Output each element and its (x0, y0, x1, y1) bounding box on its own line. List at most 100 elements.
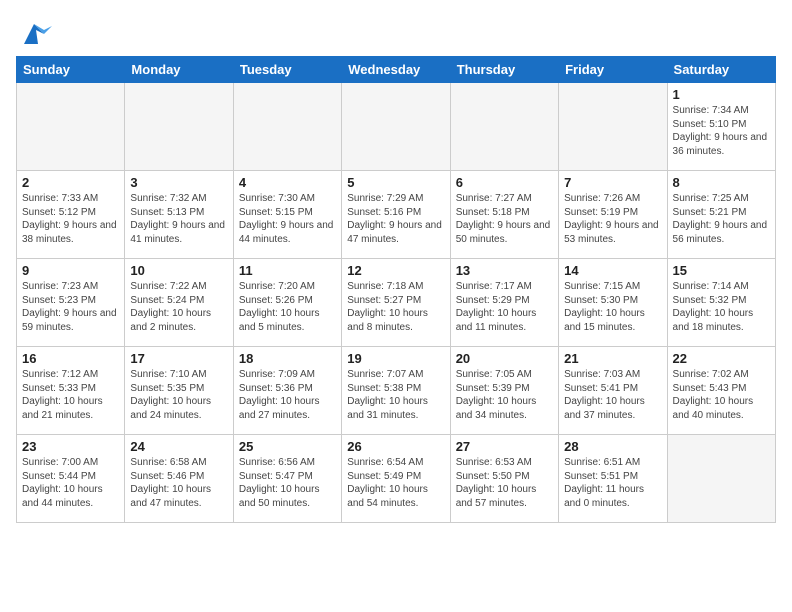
calendar-day-header: Sunday (17, 57, 125, 83)
calendar-week-row: 1Sunrise: 7:34 AM Sunset: 5:10 PM Daylig… (17, 83, 776, 171)
calendar-week-row: 16 Sunrise: 7:12 AM Sunset: 5:33 PM Dayli… (17, 347, 776, 435)
day-info: Sunrise: 7:02 AM Sunset: 5:43 PM Dayligh… (673, 368, 770, 422)
day-number: 20 (456, 351, 553, 366)
day-info: Sunrise: 7:07 AM Sunset: 5:38 PM Dayligh… (347, 368, 444, 422)
calendar-cell: 19 Sunrise: 7:07 AM Sunset: 5:38 PM Dayli… (342, 347, 450, 435)
calendar-cell: 14 Sunrise: 7:15 AM Sunset: 5:30 PM Dayli… (559, 259, 667, 347)
day-info: Sunrise: 7:12 AM Sunset: 5:33 PM Dayligh… (22, 368, 119, 422)
calendar-cell: 20 Sunrise: 7:05 AM Sunset: 5:39 PM Dayli… (450, 347, 558, 435)
day-number: 26 (347, 439, 444, 454)
day-info: Sunrise: 6:53 AM Sunset: 5:50 PM Dayligh… (456, 456, 553, 510)
day-info: Sunrise: 7:33 AM Sunset: 5:12 PM Dayligh… (22, 192, 119, 246)
day-number: 28 (564, 439, 661, 454)
logo (16, 16, 56, 48)
day-number: 13 (456, 263, 553, 278)
calendar-day-header: Saturday (667, 57, 775, 83)
calendar-cell: 1Sunrise: 7:34 AM Sunset: 5:10 PM Daylig… (667, 83, 775, 171)
day-number: 24 (130, 439, 227, 454)
calendar-cell: 28Sunrise: 6:51 AM Sunset: 5:51 PM Dayli… (559, 435, 667, 523)
day-number: 14 (564, 263, 661, 278)
calendar-cell: 7 Sunrise: 7:26 AM Sunset: 5:19 PM Daylig… (559, 171, 667, 259)
day-number: 2 (22, 175, 119, 190)
day-info: Sunrise: 7:26 AM Sunset: 5:19 PM Dayligh… (564, 192, 661, 246)
day-info: Sunrise: 7:03 AM Sunset: 5:41 PM Dayligh… (564, 368, 661, 422)
calendar-cell: 26 Sunrise: 6:54 AM Sunset: 5:49 PM Dayli… (342, 435, 450, 523)
day-info: Sunrise: 7:14 AM Sunset: 5:32 PM Dayligh… (673, 280, 770, 334)
day-info: Sunrise: 7:22 AM Sunset: 5:24 PM Dayligh… (130, 280, 227, 334)
calendar-cell: 16 Sunrise: 7:12 AM Sunset: 5:33 PM Dayli… (17, 347, 125, 435)
calendar-table: SundayMondayTuesdayWednesdayThursdayFrid… (16, 56, 776, 523)
calendar-cell (667, 435, 775, 523)
day-info: Sunrise: 7:25 AM Sunset: 5:21 PM Dayligh… (673, 192, 770, 246)
day-number: 9 (22, 263, 119, 278)
calendar-cell: 21 Sunrise: 7:03 AM Sunset: 5:41 PM Dayli… (559, 347, 667, 435)
calendar-day-header: Wednesday (342, 57, 450, 83)
calendar-cell: 25 Sunrise: 6:56 AM Sunset: 5:47 PM Dayli… (233, 435, 341, 523)
day-info: Sunrise: 7:34 AM Sunset: 5:10 PM Dayligh… (673, 104, 770, 158)
calendar-cell (17, 83, 125, 171)
calendar-cell (450, 83, 558, 171)
calendar-cell: 15 Sunrise: 7:14 AM Sunset: 5:32 PM Dayli… (667, 259, 775, 347)
day-info: Sunrise: 7:23 AM Sunset: 5:23 PM Dayligh… (22, 280, 119, 334)
calendar-cell: 4Sunrise: 7:30 AM Sunset: 5:15 PM Daylig… (233, 171, 341, 259)
calendar-cell: 13Sunrise: 7:17 AM Sunset: 5:29 PM Dayli… (450, 259, 558, 347)
day-info: Sunrise: 7:27 AM Sunset: 5:18 PM Dayligh… (456, 192, 553, 246)
day-info: Sunrise: 7:00 AM Sunset: 5:44 PM Dayligh… (22, 456, 119, 510)
calendar-cell: 6 Sunrise: 7:27 AM Sunset: 5:18 PM Daylig… (450, 171, 558, 259)
calendar-cell: 24 Sunrise: 6:58 AM Sunset: 5:46 PM Dayli… (125, 435, 233, 523)
day-number: 10 (130, 263, 227, 278)
day-number: 19 (347, 351, 444, 366)
day-info: Sunrise: 6:56 AM Sunset: 5:47 PM Dayligh… (239, 456, 336, 510)
calendar-day-header: Tuesday (233, 57, 341, 83)
day-number: 21 (564, 351, 661, 366)
calendar-cell: 2 Sunrise: 7:33 AM Sunset: 5:12 PM Daylig… (17, 171, 125, 259)
calendar-week-row: 9 Sunrise: 7:23 AM Sunset: 5:23 PM Daylig… (17, 259, 776, 347)
day-number: 5 (347, 175, 444, 190)
calendar-cell: 27 Sunrise: 6:53 AM Sunset: 5:50 PM Dayli… (450, 435, 558, 523)
calendar-cell: 12 Sunrise: 7:18 AM Sunset: 5:27 PM Dayli… (342, 259, 450, 347)
day-info: Sunrise: 7:29 AM Sunset: 5:16 PM Dayligh… (347, 192, 444, 246)
day-info: Sunrise: 7:32 AM Sunset: 5:13 PM Dayligh… (130, 192, 227, 246)
day-info: Sunrise: 7:09 AM Sunset: 5:36 PM Dayligh… (239, 368, 336, 422)
day-info: Sunrise: 6:54 AM Sunset: 5:49 PM Dayligh… (347, 456, 444, 510)
logo-icon (16, 16, 52, 48)
day-info: Sunrise: 7:15 AM Sunset: 5:30 PM Dayligh… (564, 280, 661, 334)
calendar-cell (233, 83, 341, 171)
day-info: Sunrise: 6:58 AM Sunset: 5:46 PM Dayligh… (130, 456, 227, 510)
calendar-cell (125, 83, 233, 171)
day-number: 11 (239, 263, 336, 278)
calendar-cell: 18 Sunrise: 7:09 AM Sunset: 5:36 PM Dayli… (233, 347, 341, 435)
day-info: Sunrise: 7:05 AM Sunset: 5:39 PM Dayligh… (456, 368, 553, 422)
day-number: 17 (130, 351, 227, 366)
calendar-cell: 11 Sunrise: 7:20 AM Sunset: 5:26 PM Dayli… (233, 259, 341, 347)
day-number: 18 (239, 351, 336, 366)
day-info: Sunrise: 7:18 AM Sunset: 5:27 PM Dayligh… (347, 280, 444, 334)
calendar-day-header: Friday (559, 57, 667, 83)
calendar-cell (342, 83, 450, 171)
day-number: 6 (456, 175, 553, 190)
calendar-cell: 23 Sunrise: 7:00 AM Sunset: 5:44 PM Dayli… (17, 435, 125, 523)
day-number: 3 (130, 175, 227, 190)
calendar-cell: 8 Sunrise: 7:25 AM Sunset: 5:21 PM Daylig… (667, 171, 775, 259)
calendar-day-header: Thursday (450, 57, 558, 83)
day-number: 16 (22, 351, 119, 366)
calendar-cell: 17 Sunrise: 7:10 AM Sunset: 5:35 PM Dayli… (125, 347, 233, 435)
calendar-cell: 10 Sunrise: 7:22 AM Sunset: 5:24 PM Dayli… (125, 259, 233, 347)
day-info: Sunrise: 7:10 AM Sunset: 5:35 PM Dayligh… (130, 368, 227, 422)
calendar-week-row: 2 Sunrise: 7:33 AM Sunset: 5:12 PM Daylig… (17, 171, 776, 259)
calendar-header-row: SundayMondayTuesdayWednesdayThursdayFrid… (17, 57, 776, 83)
day-number: 22 (673, 351, 770, 366)
day-number: 25 (239, 439, 336, 454)
day-info: Sunrise: 7:20 AM Sunset: 5:26 PM Dayligh… (239, 280, 336, 334)
day-number: 8 (673, 175, 770, 190)
day-info: Sunrise: 7:30 AM Sunset: 5:15 PM Dayligh… (239, 192, 336, 246)
day-number: 7 (564, 175, 661, 190)
day-number: 23 (22, 439, 119, 454)
day-number: 27 (456, 439, 553, 454)
day-number: 15 (673, 263, 770, 278)
calendar-cell: 22 Sunrise: 7:02 AM Sunset: 5:43 PM Dayli… (667, 347, 775, 435)
calendar-cell: 3 Sunrise: 7:32 AM Sunset: 5:13 PM Daylig… (125, 171, 233, 259)
calendar-cell: 9 Sunrise: 7:23 AM Sunset: 5:23 PM Daylig… (17, 259, 125, 347)
day-number: 12 (347, 263, 444, 278)
calendar-cell: 5 Sunrise: 7:29 AM Sunset: 5:16 PM Daylig… (342, 171, 450, 259)
